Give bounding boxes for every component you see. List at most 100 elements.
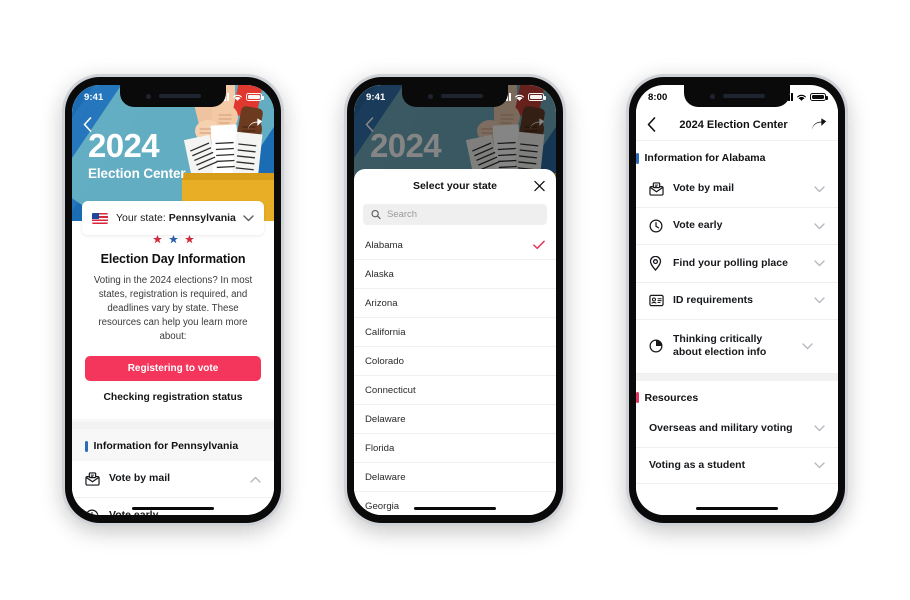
phone-mockup-alabama-detail: 8:00 2024 Election Center Information fo… [626,74,848,526]
chevron-up-icon[interactable] [250,476,261,483]
status-time: 9:41 [366,91,386,103]
state-name: Delaware [365,413,406,425]
home-indicator [414,506,496,510]
chevron-down-icon[interactable] [802,343,813,350]
accordion-row-thinking-critically[interactable]: Thinking critically about election info [636,319,838,374]
state-name: California [365,326,406,338]
section-heading-resources: Resources [636,381,838,411]
list-item[interactable]: Alaska [354,260,556,289]
notch [684,85,790,107]
hero-subtitle: Election Center [88,166,186,181]
phone-bezel: 8:00 2024 Election Center Information fo… [629,77,845,523]
accent-bar [636,392,639,404]
front-camera-icon [427,93,433,99]
checking-registration-status-link[interactable]: Checking registration status [85,392,261,403]
chevron-down-icon[interactable] [814,425,825,432]
state-selector-text: Your state: Pennsylvania [116,212,243,224]
chevron-down-icon[interactable] [243,209,254,227]
chevron-down-icon[interactable] [814,222,825,230]
phone-screen-state-picker: 9:41 2024 Select your state Search Alaba… [354,85,556,515]
star-icon [168,235,178,244]
phone-bezel: 9:41 [65,77,281,523]
chevron-down-icon[interactable] [814,462,825,469]
list-item[interactable]: Delaware [354,463,556,492]
accordion-label: Thinking critically about election info [673,332,767,359]
back-chevron-icon[interactable] [365,116,374,132]
list-item[interactable]: Alabama [354,231,556,260]
status-time: 9:41 [84,91,104,103]
wifi-icon [233,94,242,101]
section-heading-label: Information for Alabama [644,152,766,164]
list-item[interactable]: California [354,318,556,347]
back-chevron-icon[interactable] [647,117,656,132]
star-decoration [85,235,261,244]
map-pin-icon [649,255,664,271]
chevron-up-icon[interactable] [250,513,261,515]
earpiece-speaker [722,94,765,98]
share-arrow-icon[interactable] [247,117,263,132]
front-camera-icon [145,93,151,99]
earpiece-speaker [440,94,483,98]
accordion-label: Vote by mail [109,472,171,485]
page-title: 2024 Election Center [679,118,788,131]
battery-icon [246,93,264,101]
battery-icon [810,93,828,101]
battery-icon [528,93,546,101]
list-item[interactable]: Arizona [354,289,556,318]
search-area [354,202,556,231]
share-arrow-icon[interactable] [529,117,545,132]
earpiece-speaker [158,94,201,98]
accordion-row-vote-by-mail[interactable]: Vote by mail [72,461,274,498]
phone-mockup-state-picker: 9:41 2024 Select your state Search Alaba… [344,74,566,526]
clock-icon [85,509,100,515]
pie-chart-icon [649,339,664,353]
star-icon [184,235,194,244]
chevron-down-icon[interactable] [814,260,825,267]
section-heading-label: Information for Pennsylvania [93,440,239,452]
accordion-row-voting-as-a-student[interactable]: Voting as a student [636,447,838,485]
home-scroll-body: 2024 Election Center Your state: Pennsyl… [72,85,274,515]
election-day-info-card: Election Day Information Voting in the 2… [72,221,274,420]
state-selector-label: Your state: [116,212,166,224]
accordion-label: Vote by mail [673,182,735,195]
list-item[interactable]: Florida [354,434,556,463]
chevron-down-icon[interactable] [814,297,825,304]
state-name: Arizona [365,297,398,309]
state-list[interactable]: Alabama Alaska Arizona California Colora… [354,231,556,515]
back-chevron-icon[interactable] [83,116,92,132]
state-name: Alaska [365,268,394,280]
mail-ballot-icon [85,472,100,486]
phone-screen-home: 9:41 2024 Election Center Your state: Pe… [72,85,274,515]
registering-to-vote-button[interactable]: Registering to vote [85,356,261,382]
list-item[interactable]: Delaware [354,405,556,434]
info-card-heading: Election Day Information [100,252,246,266]
wifi-icon [515,94,524,101]
chevron-down-icon[interactable] [814,185,825,193]
section-heading-information: Information for Pennsylvania [72,429,274,461]
state-selector[interactable]: Your state: Pennsylvania [82,201,264,235]
hero-top-bar [354,109,556,139]
home-indicator [696,506,778,510]
search-icon [371,209,381,220]
accordion-row-vote-by-mail[interactable]: Vote by mail [636,171,838,208]
accordion-row-id-requirements[interactable]: ID requirements [636,283,838,320]
phone-bezel: 9:41 [347,77,563,523]
state-name: Florida [365,442,395,454]
list-item[interactable]: Colorado [354,347,556,376]
search-box[interactable] [363,204,547,225]
search-input[interactable] [386,209,539,220]
check-icon [533,240,545,250]
accordion-row-vote-early[interactable]: Vote early [636,208,838,245]
id-card-icon [649,294,664,307]
accordion-row-overseas-military-voting[interactable]: Overseas and military voting [636,410,838,448]
close-x-icon[interactable] [534,180,545,191]
state-name: Delaware [365,471,406,483]
share-arrow-icon[interactable] [811,117,827,132]
list-item[interactable]: Georgia [354,492,556,515]
accent-bar [85,440,88,452]
mail-ballot-icon [649,182,664,196]
home-state-section: Information for Pennsylvania Vote by mai… [72,422,274,515]
accordion-label: Voting as a student [649,458,746,471]
accordion-row-find-polling-place[interactable]: Find your polling place [636,245,838,283]
list-item[interactable]: Connecticut [354,376,556,405]
